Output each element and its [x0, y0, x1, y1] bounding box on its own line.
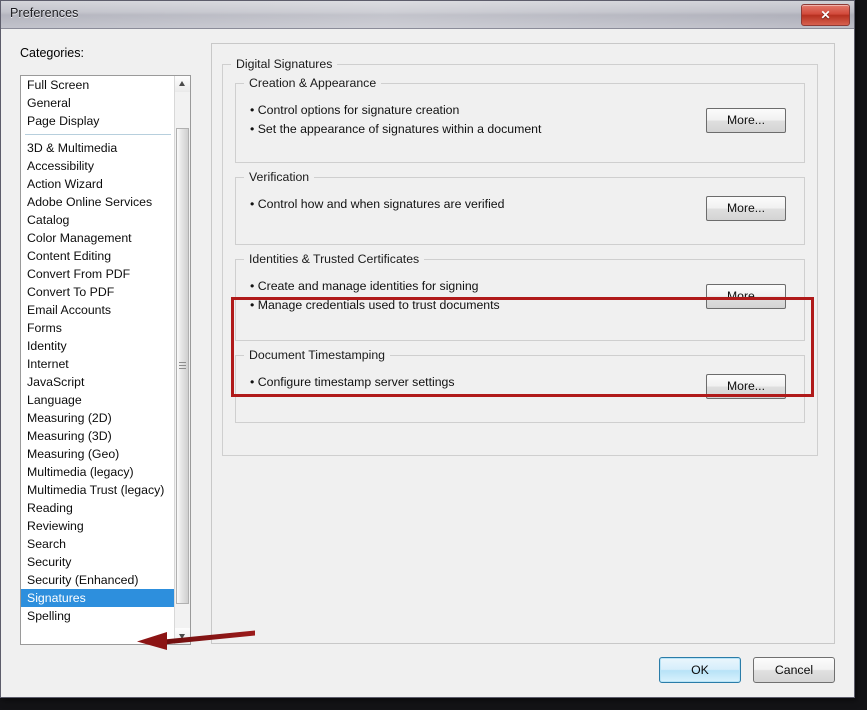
- close-button[interactable]: ✕: [801, 4, 850, 26]
- sidebar-item-email-accounts[interactable]: Email Accounts: [21, 301, 175, 319]
- sidebar-item-search[interactable]: Search: [21, 535, 175, 553]
- sidebar-item-convert-from-pdf[interactable]: Convert From PDF: [21, 265, 175, 283]
- sidebar-item-action-wizard[interactable]: Action Wizard: [21, 175, 175, 193]
- scroll-down-arrow-icon[interactable]: [175, 628, 190, 644]
- sidebar-item-measuring-2d[interactable]: Measuring (2D): [21, 409, 175, 427]
- sidebar-item-page-display[interactable]: Page Display: [21, 112, 175, 130]
- categories-listbox[interactable]: Full Screen General Page Display 3D & Mult…: [20, 75, 191, 645]
- group-digital-signatures-legend: Digital Signatures: [231, 57, 338, 71]
- group-verification-legend: Verification: [244, 170, 315, 184]
- timestamping-bullets: • Configure timestamp server settings: [250, 373, 455, 392]
- bullet-item: • Manage credentials used to trust docum…: [250, 298, 500, 312]
- categories-viewport: Full Screen General Page Display 3D & Mult…: [21, 76, 175, 644]
- sidebar-item-multimedia-legacy[interactable]: Multimedia (legacy): [21, 463, 175, 481]
- sidebar-item-reading[interactable]: Reading: [21, 499, 175, 517]
- sidebar-item-reviewing[interactable]: Reviewing: [21, 517, 175, 535]
- group-verification: Verification • Control how and when sign…: [235, 170, 805, 245]
- group-identities-legend: Identities & Trusted Certificates: [244, 252, 425, 266]
- scroll-up-arrow-icon[interactable]: [175, 76, 190, 92]
- group-digital-signatures: Digital Signatures Creation & Appearance…: [222, 57, 818, 456]
- settings-panel: Digital Signatures Creation & Appearance…: [211, 43, 835, 644]
- sidebar-item-multimedia-trust-legacy[interactable]: Multimedia Trust (legacy): [21, 481, 175, 499]
- sidebar-item-internet[interactable]: Internet: [21, 355, 175, 373]
- group-creation-appearance: Creation & Appearance • Control options …: [235, 76, 805, 163]
- sidebar-item-3d-multimedia[interactable]: 3D & Multimedia: [21, 139, 175, 157]
- creation-appearance-bullets: • Control options for signature creation…: [250, 101, 541, 139]
- group-document-timestamping: Document Timestamping • Configure timest…: [235, 348, 805, 423]
- bullet-item: • Control options for signature creation: [250, 103, 460, 117]
- sidebar-item-catalog[interactable]: Catalog: [21, 211, 175, 229]
- categories-label: Categories:: [20, 46, 84, 60]
- sidebar-item-convert-to-pdf[interactable]: Convert To PDF: [21, 283, 175, 301]
- sidebar-item-identity[interactable]: Identity: [21, 337, 175, 355]
- scrollbar-grip-icon: [179, 362, 186, 370]
- sidebar-item-security-enhanced[interactable]: Security (Enhanced): [21, 571, 175, 589]
- title-bar: Preferences ✕: [1, 1, 854, 29]
- bullet-item: • Configure timestamp server settings: [250, 375, 455, 389]
- sidebar-item-language[interactable]: Language: [21, 391, 175, 409]
- identities-bullets: • Create and manage identities for signi…: [250, 277, 500, 315]
- more-button-verification[interactable]: More...: [706, 196, 786, 221]
- more-button-identities[interactable]: More...: [706, 284, 786, 309]
- sidebar-item-content-editing[interactable]: Content Editing: [21, 247, 175, 265]
- sidebar-item-forms[interactable]: Forms: [21, 319, 175, 337]
- more-button-creation-appearance[interactable]: More...: [706, 108, 786, 133]
- preferences-dialog: Preferences ✕ Categories: Full Screen Gen…: [0, 0, 855, 698]
- sidebar-item-spelling[interactable]: Spelling: [21, 607, 175, 625]
- sidebar-item-measuring-geo[interactable]: Measuring (Geo): [21, 445, 175, 463]
- sidebar-item-color-management[interactable]: Color Management: [21, 229, 175, 247]
- scrollbar-thumb[interactable]: [176, 128, 189, 604]
- sidebar-item-full-screen[interactable]: Full Screen: [21, 76, 175, 94]
- sidebar-item-javascript[interactable]: JavaScript: [21, 373, 175, 391]
- sidebar-item-adobe-online-services[interactable]: Adobe Online Services: [21, 193, 175, 211]
- bullet-item: • Create and manage identities for signi…: [250, 279, 479, 293]
- sidebar-item-measuring-3d[interactable]: Measuring (3D): [21, 427, 175, 445]
- categories-separator: [21, 130, 175, 139]
- ok-button[interactable]: OK: [659, 657, 741, 683]
- bullet-item: • Control how and when signatures are ve…: [250, 197, 505, 211]
- cancel-button[interactable]: Cancel: [753, 657, 835, 683]
- more-button-timestamping[interactable]: More...: [706, 374, 786, 399]
- window-title: Preferences: [10, 6, 79, 20]
- categories-scrollbar[interactable]: [174, 76, 190, 644]
- title-bar-gloss: [1, 1, 854, 28]
- close-icon: ✕: [820, 8, 831, 22]
- dialog-client-area: Categories: Full Screen General Page Displ…: [1, 29, 854, 697]
- group-timestamping-legend: Document Timestamping: [244, 348, 391, 362]
- sidebar-item-signatures[interactable]: Signatures: [21, 589, 175, 607]
- categories-top-group: Full Screen General Page Display: [21, 76, 175, 130]
- bullet-item: • Set the appearance of signatures withi…: [250, 122, 542, 136]
- verification-bullets: • Control how and when signatures are ve…: [250, 195, 504, 214]
- sidebar-item-security[interactable]: Security: [21, 553, 175, 571]
- desktop-background: Preferences ✕ Categories: Full Screen Gen…: [0, 0, 867, 710]
- group-identities-trusted-certificates: Identities & Trusted Certificates • Crea…: [235, 252, 805, 341]
- sidebar-item-accessibility[interactable]: Accessibility: [21, 157, 175, 175]
- categories-main-group: 3D & Multimedia Accessibility Action Wizar…: [21, 139, 175, 625]
- group-creation-appearance-legend: Creation & Appearance: [244, 76, 382, 90]
- sidebar-item-general[interactable]: General: [21, 94, 175, 112]
